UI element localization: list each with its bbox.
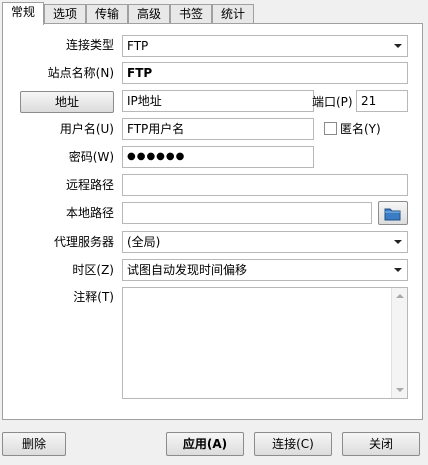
username-label: 用户名(U) [59, 122, 114, 136]
site-name-input[interactable]: FTP [122, 62, 408, 84]
chevron-down-icon [394, 44, 402, 48]
tab-statistics[interactable]: 统计 [212, 4, 254, 24]
timezone-value: 试图自动发现时间偏移 [127, 263, 248, 277]
port-input[interactable]: 21 [356, 90, 408, 112]
remote-path-label: 远程路径 [65, 178, 114, 192]
chevron-down-icon [394, 268, 402, 272]
conn-type-select[interactable]: FTP [122, 35, 408, 57]
timezone-select[interactable]: 试图自动发现时间偏移 [122, 259, 408, 281]
username-input[interactable]: FTP用户名 [122, 118, 314, 140]
scroll-up-icon[interactable] [396, 294, 404, 298]
apply-button[interactable]: 应用(A) [166, 432, 244, 456]
tab-bookmarks[interactable]: 书签 [170, 4, 212, 24]
close-button[interactable]: 关闭 [342, 432, 420, 456]
delete-button[interactable]: 删除 [2, 432, 66, 456]
remote-path-input[interactable] [122, 174, 408, 196]
chevron-down-icon [394, 240, 402, 244]
conn-type-value: FTP [127, 39, 149, 53]
site-name-label: 站点名称(N) [47, 66, 114, 80]
comment-label: 注释(T) [73, 290, 114, 304]
connect-button[interactable]: 连接(C) [254, 432, 332, 456]
local-path-label: 本地路径 [65, 206, 114, 220]
port-label: 端口(P) [312, 95, 353, 109]
scroll-down-icon[interactable] [396, 388, 404, 392]
tab-options[interactable]: 选项 [44, 4, 86, 24]
conn-type-label: 连接类型 [65, 38, 114, 52]
anonymous-checkbox[interactable] [324, 122, 337, 135]
tab-advanced[interactable]: 高级 [128, 4, 170, 24]
proxy-label: 代理服务器 [53, 235, 114, 249]
folder-icon [384, 208, 401, 221]
local-path-input[interactable] [122, 202, 372, 224]
proxy-value: (全局) [127, 235, 161, 249]
anonymous-label[interactable]: 匿名(Y) [340, 119, 381, 139]
address-button[interactable]: 地址 [20, 91, 114, 113]
comment-scrollbar[interactable] [391, 288, 407, 398]
proxy-select[interactable]: (全局) [122, 231, 408, 253]
tab-general[interactable]: 常规 [2, 2, 44, 25]
password-input[interactable]: ●●●●●● [122, 146, 314, 168]
password-label: 密码(W) [68, 150, 114, 164]
address-input[interactable]: IP地址 [122, 90, 314, 112]
tab-transfer[interactable]: 传输 [86, 4, 128, 24]
browse-folder-button[interactable] [378, 201, 408, 225]
timezone-label: 时区(Z) [72, 263, 114, 277]
comment-textarea[interactable] [122, 287, 408, 399]
